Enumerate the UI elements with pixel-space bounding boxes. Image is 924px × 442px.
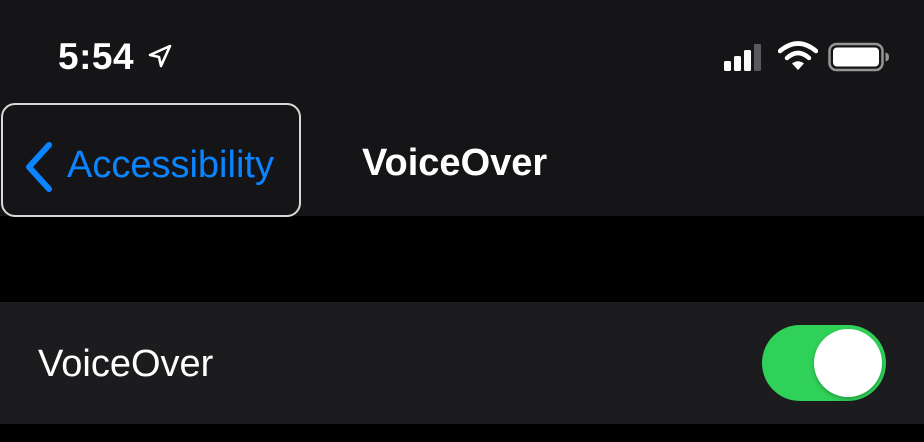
voiceover-toggle[interactable] (762, 325, 886, 401)
page-title: VoiceOver (362, 142, 548, 184)
navigation-area: 5:54 Accessibility VoiceOver (0, 0, 924, 217)
toggle-knob (814, 329, 882, 397)
voiceover-settings-screen: 5:54 Accessibility VoiceOver VoiceOver (0, 0, 924, 442)
voiceover-row-label: VoiceOver (38, 343, 214, 385)
voiceover-settings-group: VoiceOver (0, 302, 924, 424)
location-arrow-icon (148, 44, 172, 68)
status-bar: 5:54 (0, 0, 924, 100)
status-time: 5:54 (58, 36, 135, 77)
back-button-label: Accessibility (67, 144, 274, 186)
wifi-icon (778, 41, 818, 70)
battery-icon (828, 42, 889, 72)
back-button[interactable]: Accessibility (1, 103, 301, 217)
chevron-left-icon (26, 142, 52, 192)
cellular-signal-icon (724, 44, 761, 71)
